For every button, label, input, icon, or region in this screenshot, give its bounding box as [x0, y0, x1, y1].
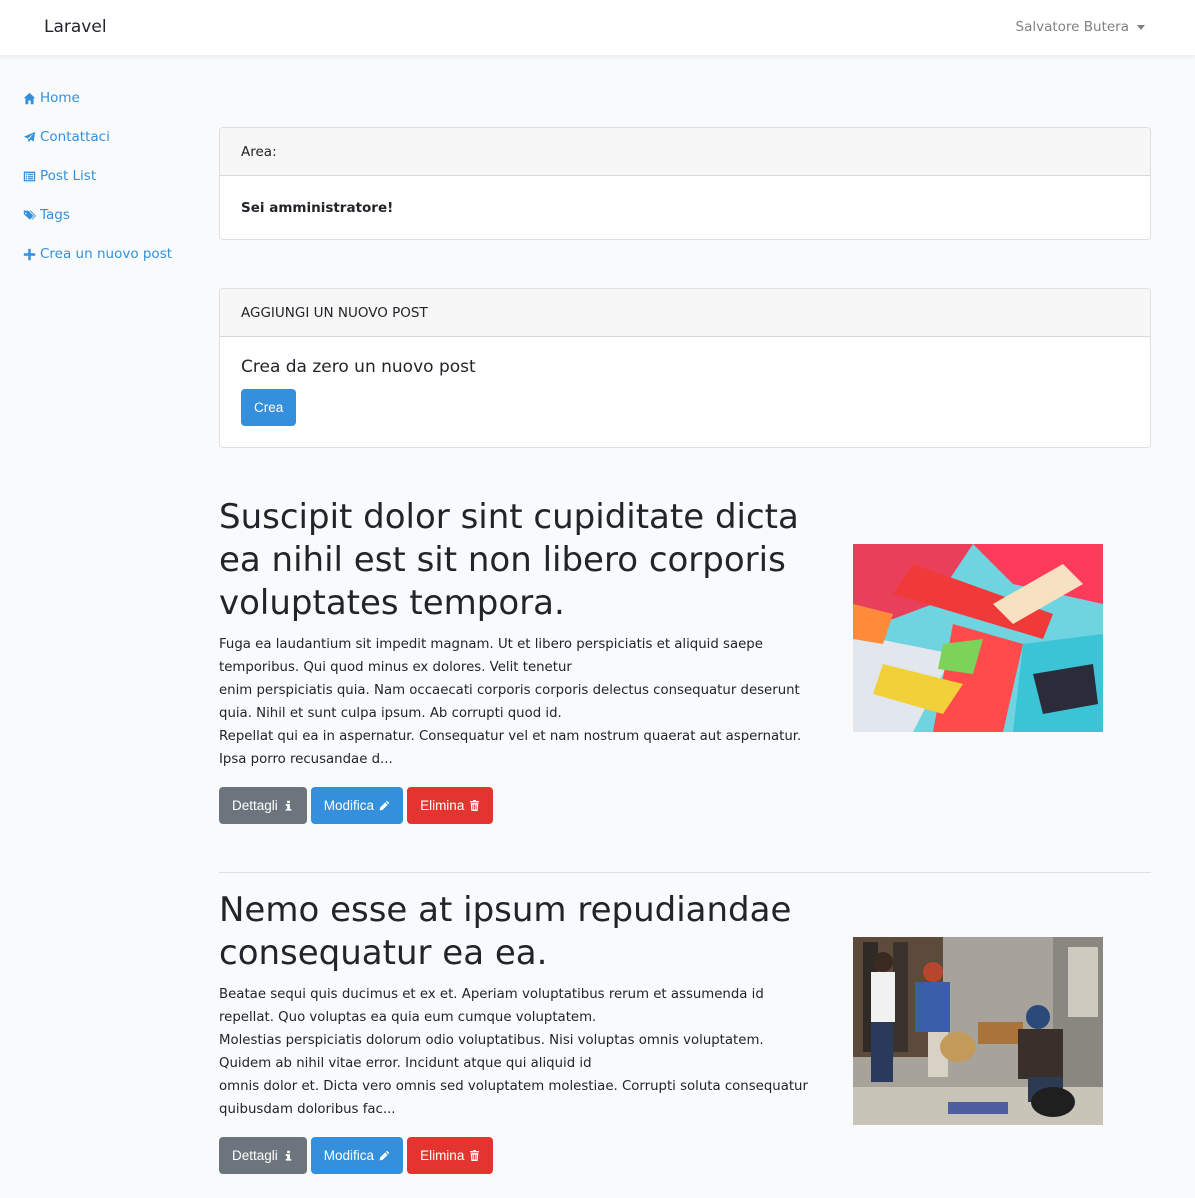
- edit-label: Modifica: [323, 798, 375, 813]
- post-image: [853, 937, 1103, 1125]
- tags-icon: [23, 210, 36, 220]
- new-post-card: AGGIUNGI UN NUOVO POST Crea da zero un n…: [219, 288, 1151, 448]
- info-icon: [285, 800, 292, 811]
- plus-icon: [23, 248, 36, 260]
- post-excerpt-line: omnis dolor et. Dicta vero omnis sed vol…: [219, 1079, 808, 1117]
- edit-button[interactable]: Modifica: [310, 787, 404, 824]
- post-actions: Dettagli Modifica Elimina: [219, 787, 1151, 824]
- details-button[interactable]: Dettagli: [219, 1137, 307, 1174]
- sidebar-item-tags[interactable]: Tags: [23, 205, 172, 225]
- sidebar-item-contattaci[interactable]: Contattaci: [23, 127, 172, 147]
- area-card-header: Area:: [220, 128, 1150, 176]
- details-label: Dettagli: [232, 798, 278, 813]
- details-label: Dettagli: [232, 1148, 278, 1163]
- user-name: Salvatore Butera: [1015, 19, 1130, 35]
- trash-icon: [470, 1150, 480, 1161]
- sidebar-item-new-post[interactable]: Crea un nuovo post: [23, 244, 172, 264]
- home-icon: [23, 92, 36, 104]
- post-title[interactable]: Nemo esse at ipsum repudiandae consequat…: [219, 889, 809, 975]
- new-post-card-header: AGGIUNGI UN NUOVO POST: [220, 289, 1150, 337]
- post-excerpt-line: Molestias perspiciatis dolorum odio volu…: [219, 1033, 764, 1071]
- abstract-paint-image: [853, 544, 1103, 732]
- info-icon: [285, 1150, 292, 1161]
- post-excerpt-line: Repellat qui ea in aspernatur. Consequat…: [219, 729, 802, 767]
- edit-label: Modifica: [323, 1148, 375, 1163]
- sidebar-item-post-list[interactable]: Post List: [23, 166, 172, 186]
- area-card: Area: Sei amministratore!: [219, 127, 1151, 240]
- sidebar: Home Contattaci Post List Tags Crea un n…: [23, 88, 172, 283]
- user-dropdown[interactable]: Salvatore Butera: [1015, 19, 1145, 35]
- sidebar-item-label: Crea un nuovo post: [40, 246, 173, 262]
- new-post-lead: Crea da zero un nuovo post: [241, 357, 476, 377]
- post-excerpt-line: Beatae sequi quis ducimus et ex et. Aper…: [219, 987, 764, 1025]
- paper-plane-icon: [23, 131, 36, 142]
- create-post-button[interactable]: Crea: [241, 389, 297, 426]
- delete-label: Elimina: [420, 798, 465, 813]
- sidebar-item-label: Post List: [40, 168, 97, 184]
- trash-icon: [470, 800, 480, 811]
- edit-button[interactable]: Modifica: [310, 1137, 404, 1174]
- admin-status-text: Sei amministratore!: [241, 200, 394, 216]
- brand-link[interactable]: Laravel: [44, 17, 107, 37]
- top-navbar: Laravel Salvatore Butera: [0, 0, 1195, 55]
- street-scene-image: [853, 937, 1103, 1125]
- sidebar-item-label: Contattaci: [40, 129, 110, 145]
- post-divider: [219, 872, 1151, 873]
- post-actions: Dettagli Modifica Elimina: [219, 1137, 1151, 1174]
- post-excerpt: Beatae sequi quis ducimus et ex et. Aper…: [219, 983, 809, 1121]
- delete-label: Elimina: [420, 1148, 465, 1163]
- sidebar-item-label: Tags: [40, 207, 70, 223]
- list-alt-icon: [23, 171, 36, 181]
- post-excerpt-line: enim perspiciatis quia. Nam occaecati co…: [219, 683, 800, 721]
- post-title[interactable]: Suscipit dolor sint cupiditate dicta ea …: [219, 496, 809, 625]
- pencil-icon: [379, 800, 390, 811]
- delete-button[interactable]: Elimina: [407, 1137, 494, 1174]
- post-excerpt-line: Fuga ea laudantium sit impedit magnam. U…: [219, 637, 763, 675]
- post-item: Suscipit dolor sint cupiditate dicta ea …: [219, 496, 1151, 824]
- post-image: [853, 544, 1103, 732]
- pencil-icon: [379, 1150, 390, 1161]
- chevron-down-icon: [1137, 25, 1145, 30]
- delete-button[interactable]: Elimina: [407, 787, 494, 824]
- sidebar-item-home[interactable]: Home: [23, 88, 172, 108]
- post-excerpt: Fuga ea laudantium sit impedit magnam. U…: [219, 633, 809, 771]
- post-item: Nemo esse at ipsum repudiandae consequat…: [219, 889, 1151, 1174]
- details-button[interactable]: Dettagli: [219, 787, 307, 824]
- sidebar-item-label: Home: [40, 90, 80, 106]
